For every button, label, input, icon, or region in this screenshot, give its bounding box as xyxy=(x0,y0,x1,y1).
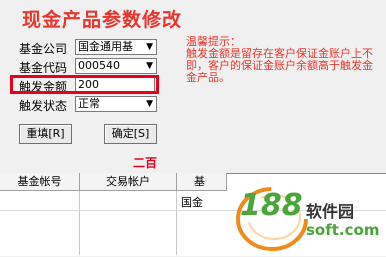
column-header-fund-account[interactable]: 基金帐号 xyxy=(0,173,80,191)
page-title: 现金产品参数修改 xyxy=(22,9,183,31)
fund-code-select[interactable]: 000540 ▼ xyxy=(75,58,157,74)
fund-company-label: 基金公司 xyxy=(19,42,68,56)
fund-company-select[interactable]: 国金通用基 ▼ xyxy=(75,39,157,55)
chevron-down-icon[interactable]: ▼ xyxy=(146,40,153,54)
watermark-domain: soft.com xyxy=(306,221,380,239)
watermark-number: 188 xyxy=(240,188,303,223)
confirm-button[interactable]: 确定[S] xyxy=(104,124,157,144)
grid-divider xyxy=(176,191,177,255)
fund-code-value: 000540 xyxy=(78,59,120,72)
column-header-trade-account[interactable]: 交易帐户 xyxy=(80,173,177,191)
highlight-box xyxy=(10,75,159,94)
tip-box: 温馨提示： 触发金额是留存在客户保证金账户上不 即，客户的保证金账户余额高于触发… xyxy=(186,36,386,84)
chevron-down-icon[interactable]: ▼ xyxy=(146,59,153,73)
reset-button[interactable]: 重填[R] xyxy=(19,124,72,144)
amount-in-words: 二百 xyxy=(133,156,158,170)
chevron-down-icon[interactable]: ▼ xyxy=(146,97,153,111)
trigger-status-select[interactable]: 正常 ▼ xyxy=(75,96,157,112)
trigger-status-value: 正常 xyxy=(78,97,100,110)
trigger-status-label: 触发状态 xyxy=(19,99,68,113)
tip-line: 金产品。 xyxy=(186,71,230,84)
watermark-brand: 软件园 xyxy=(306,202,355,221)
column-header-fund[interactable]: 基 xyxy=(177,173,227,191)
fund-company-value: 国金通用基 xyxy=(78,40,133,53)
watermark-logo: 188 软件园 soft.com xyxy=(234,184,384,254)
table-cell: 国金 xyxy=(181,196,203,209)
fund-code-label: 基金代码 xyxy=(19,61,68,75)
grid-divider xyxy=(79,191,80,255)
